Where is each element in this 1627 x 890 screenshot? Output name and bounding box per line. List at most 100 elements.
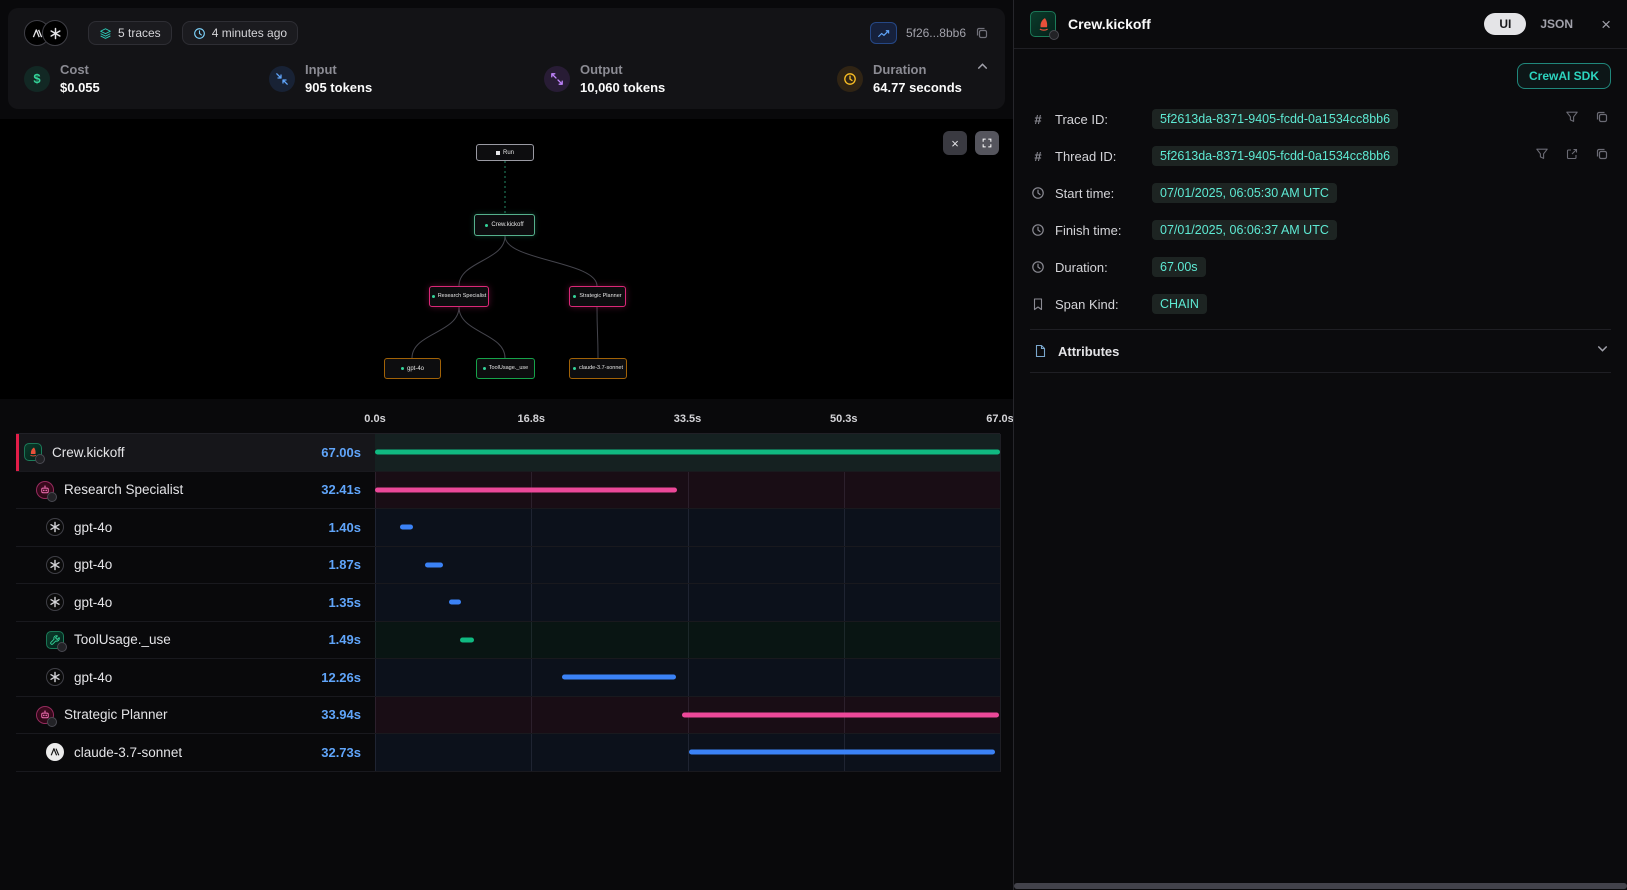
integration-badge <box>57 642 67 652</box>
status-dot <box>483 367 486 370</box>
span-bar[interactable] <box>460 637 474 642</box>
chevron-down-icon[interactable] <box>1596 342 1609 360</box>
detail-view-tabs: UI JSON <box>1484 13 1583 35</box>
span-track <box>375 472 1000 509</box>
span-track <box>375 734 1000 771</box>
span-row[interactable]: gpt-4o 1.87s <box>16 547 1000 585</box>
duration-value: 64.77 seconds <box>873 80 962 95</box>
integration-badge <box>1049 30 1059 40</box>
span-row[interactable]: claude-3.7-sonnet32.73s <box>16 734 1000 772</box>
span-bar[interactable] <box>689 750 994 755</box>
span-bar[interactable] <box>400 525 413 530</box>
status-dot <box>401 367 404 370</box>
span-row[interactable]: gpt-4o1.35s <box>16 584 1000 622</box>
span-row[interactable]: gpt-4o1.40s <box>16 509 1000 547</box>
span-duration: 33.94s <box>321 707 375 722</box>
stat-cost: $ Cost$0.055 <box>24 62 269 95</box>
field-actions <box>1565 110 1611 129</box>
tool-icon <box>46 631 64 649</box>
run-icon <box>496 151 500 155</box>
span-label: gpt-4o 1.87s <box>16 547 375 584</box>
filter-button[interactable] <box>1535 147 1549 166</box>
open-in-new-button[interactable] <box>1565 147 1579 166</box>
integration-badge <box>47 492 57 502</box>
axis-tick: 16.8s <box>517 413 545 425</box>
traces-count-badge[interactable]: 5 traces <box>88 21 172 45</box>
graph-node-claude[interactable]: claude-3.7-sonnet <box>569 358 627 379</box>
tab-json[interactable]: JSON <box>1530 13 1583 35</box>
copy-icon <box>975 26 989 40</box>
span-name: gpt-4o <box>74 595 112 610</box>
file-icon <box>1032 344 1048 358</box>
span-row[interactable]: Research Specialist32.41s <box>16 472 1000 510</box>
copy-button[interactable] <box>1595 110 1609 129</box>
graph-node-gpt-4o[interactable]: gpt-4o <box>384 358 441 379</box>
span-bar[interactable] <box>562 675 676 680</box>
graph-node-research-specialist[interactable]: Research Specialist <box>429 286 489 307</box>
filter-icon <box>1535 147 1549 166</box>
output-value: 10,060 tokens <box>580 80 665 95</box>
field-value: CHAIN <box>1152 294 1207 314</box>
crewai-icon <box>24 443 42 461</box>
filter-button[interactable] <box>1565 110 1579 129</box>
close-detail-button[interactable]: × <box>1601 16 1611 33</box>
traces-count-label: 5 traces <box>118 26 161 40</box>
span-duration: 1.49s <box>328 632 375 647</box>
graph-node-toolusage[interactable]: ToolUsage._use <box>476 358 535 379</box>
graph-node-run[interactable]: Run <box>476 144 534 161</box>
graph-edges <box>0 119 1013 399</box>
span-bar[interactable] <box>425 562 442 567</box>
span-row[interactable]: gpt-4o12.26s <box>16 659 1000 697</box>
copy-trace-id-button[interactable] <box>975 26 989 40</box>
axis-tick: 67.0s <box>986 413 1014 425</box>
span-name: claude-3.7-sonnet <box>74 745 182 760</box>
span-bar[interactable] <box>375 487 677 492</box>
copy-button[interactable] <box>1595 147 1609 166</box>
horizontal-scrollbar[interactable] <box>1014 883 1627 889</box>
detail-field-row: #Thread ID:5f2613da-8371-9405-fcdd-0a153… <box>1030 144 1611 168</box>
graph-node-strategic-planner[interactable]: Strategic Planner <box>569 286 626 307</box>
close-graph-button[interactable]: × <box>943 131 967 155</box>
output-label: Output <box>580 62 665 77</box>
span-name: gpt-4o <box>74 557 112 572</box>
span-track <box>375 547 1000 584</box>
sdk-badge: CrewAI SDK <box>1517 63 1611 89</box>
graph-node-label: Research Specialist <box>438 294 487 300</box>
span-duration: 1.87s <box>328 557 375 572</box>
hash-icon: # <box>1030 112 1046 127</box>
expand-graph-button[interactable] <box>975 131 999 155</box>
span-name: ToolUsage._use <box>74 632 171 647</box>
collapse-stats-button[interactable] <box>976 60 989 78</box>
span-track <box>375 434 1000 471</box>
attributes-toggle[interactable]: Attributes <box>1030 329 1611 373</box>
span-row[interactable]: ToolUsage._use 1.49s <box>16 622 1000 660</box>
graph-node-label: Strategic Planner <box>579 294 621 300</box>
status-dot <box>485 224 488 227</box>
span-duration: 12.26s <box>321 670 375 685</box>
span-bar[interactable] <box>449 600 462 605</box>
span-bar[interactable] <box>682 712 999 717</box>
tab-ui[interactable]: UI <box>1484 13 1526 35</box>
hash-icon: # <box>1030 149 1046 164</box>
detail-field-row: Duration:67.00s <box>1030 255 1611 279</box>
span-duration: 32.41s <box>321 482 375 497</box>
field-value: 07/01/2025, 06:06:37 AM UTC <box>1152 220 1337 240</box>
field-label: Thread ID: <box>1055 149 1143 164</box>
attributes-label: Attributes <box>1058 344 1119 359</box>
field-value: 07/01/2025, 06:05:30 AM UTC <box>1152 183 1337 203</box>
field-value: 5f2613da-8371-9405-fcdd-0a1534cc8bb6 <box>1152 109 1398 129</box>
span-bar[interactable] <box>375 450 1000 455</box>
input-tokens-icon <box>269 66 295 92</box>
field-label: Finish time: <box>1055 223 1143 238</box>
span-name: Strategic Planner <box>64 707 168 722</box>
graph-node-crew-kickoff[interactable]: Crew.kickoff <box>474 214 535 236</box>
span-label: claude-3.7-sonnet32.73s <box>16 734 375 771</box>
span-rows: Crew.kickoff67.00sResearch Specialist32.… <box>16 433 1000 772</box>
clock-icon <box>1030 186 1046 200</box>
trace-metrics-button[interactable] <box>870 22 897 44</box>
stat-duration: Duration64.77 seconds <box>837 62 962 95</box>
integration-badge <box>47 717 57 727</box>
span-row[interactable]: Strategic Planner 33.94s <box>16 697 1000 735</box>
span-row[interactable]: Crew.kickoff67.00s <box>16 434 1000 472</box>
detail-field-row: Start time:07/01/2025, 06:05:30 AM UTC <box>1030 181 1611 205</box>
